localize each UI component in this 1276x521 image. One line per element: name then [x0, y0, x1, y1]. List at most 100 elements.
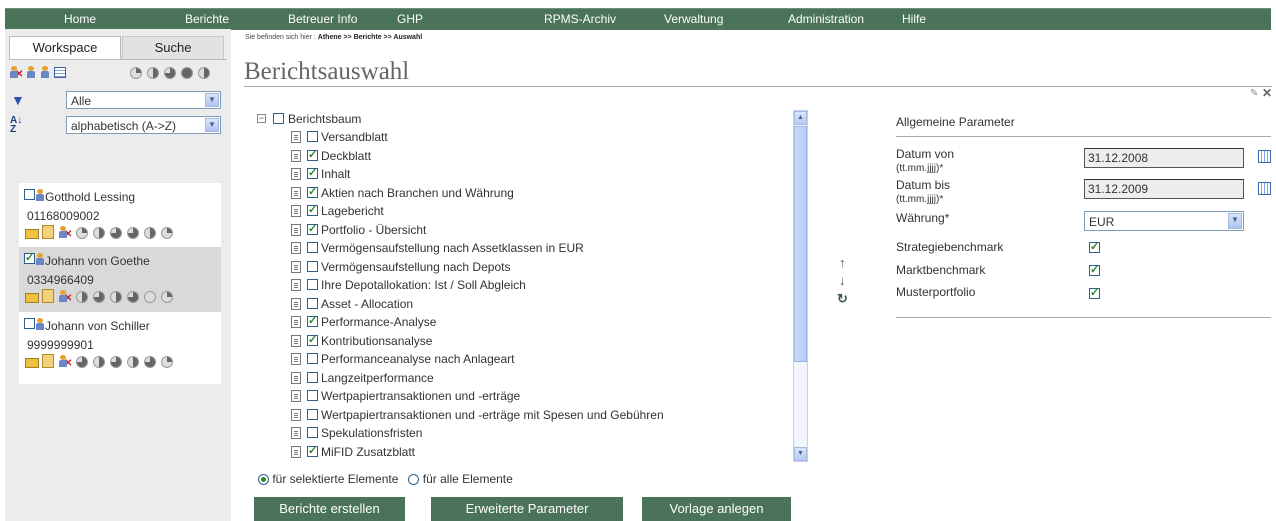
tab-suche[interactable]: Suche	[122, 36, 224, 59]
tree-item[interactable]: Performance-Analyse	[257, 313, 777, 331]
client-name[interactable]: Johann von Goethe	[45, 254, 150, 268]
tree-item[interactable]: Inhalt	[257, 165, 777, 183]
tree-item-checkbox[interactable]	[307, 131, 318, 142]
tree-item-checkbox[interactable]	[307, 242, 318, 253]
tree-item[interactable]: Lagebericht	[257, 202, 777, 220]
tree-scrollbar[interactable]: ▲ ▼	[793, 110, 808, 462]
pie-icon[interactable]	[93, 356, 105, 368]
tree-item-checkbox[interactable]	[307, 222, 318, 235]
tree-item-checkbox[interactable]	[307, 427, 318, 438]
pie-icon[interactable]	[127, 356, 139, 368]
remove-client-icon[interactable]: ✕	[10, 66, 23, 80]
pie-icon[interactable]	[127, 291, 139, 303]
tree-item-checkbox[interactable]	[307, 148, 318, 161]
tree-item[interactable]: Asset - Allocation	[257, 295, 777, 313]
extended-params-button[interactable]: Erweiterte Parameter	[431, 497, 623, 521]
tree-item[interactable]: Performanceanalyse nach Anlageart	[257, 350, 777, 368]
tree-item[interactable]: Ihre Depotallokation: Ist / Soll Abgleic…	[257, 276, 777, 294]
nav-rpms-archiv[interactable]: RPMS-Archiv	[544, 12, 616, 26]
date-to-input[interactable]: 31.12.2009	[1084, 179, 1244, 199]
nav-berichte[interactable]: Berichte	[185, 12, 229, 26]
tree-item-checkbox[interactable]	[307, 297, 318, 309]
report-icon[interactable]	[42, 225, 54, 239]
create-template-button[interactable]: Vorlage anlegen	[642, 497, 791, 521]
report-icon[interactable]	[42, 354, 54, 368]
nav-ghp[interactable]: GHP	[397, 12, 423, 26]
card-icon[interactable]	[25, 229, 39, 239]
filter-select[interactable]: Alle ▼	[66, 91, 221, 109]
table-icon[interactable]	[54, 67, 66, 78]
model-checkbox[interactable]	[1089, 286, 1100, 299]
nav-home[interactable]: Home	[64, 12, 96, 26]
card-icon[interactable]	[25, 358, 39, 368]
client-card[interactable]: Gotthold Lessing 01168009002 ✕	[19, 183, 221, 255]
nav-administration[interactable]: Administration	[788, 12, 864, 26]
tree-root-checkbox[interactable]	[273, 113, 284, 124]
breadcrumb-path[interactable]: Athene >> Berichte >> Auswahl	[318, 34, 422, 41]
card-icon[interactable]	[25, 293, 39, 303]
strategy-checkbox[interactable]	[1089, 240, 1100, 253]
tree-item[interactable]: Wertpapiertransaktionen und -erträge	[257, 387, 777, 405]
tree-item-checkbox[interactable]	[307, 185, 318, 198]
scroll-down-icon[interactable]: ▼	[794, 447, 807, 461]
currency-select[interactable]: EUR ▼	[1084, 211, 1244, 231]
tree-item-checkbox[interactable]	[307, 166, 318, 179]
client-name[interactable]: Gotthold Lessing	[45, 190, 135, 204]
tab-workspace[interactable]: Workspace	[9, 36, 121, 59]
tree-item[interactable]: Aktien nach Branchen und Währung	[257, 184, 777, 202]
radio-all-elements[interactable]	[408, 474, 420, 485]
move-down-icon[interactable]: ↓	[839, 273, 846, 288]
date-from-input[interactable]: 31.12.2008	[1084, 148, 1244, 168]
tree-item[interactable]: Vermögensaufstellung nach Depots	[257, 258, 777, 276]
tree-item[interactable]: Spekulationsfristen	[257, 424, 777, 442]
pie-icon[interactable]	[144, 227, 156, 239]
reset-icon[interactable]: ↻	[837, 291, 848, 307]
client-group2-icon[interactable]	[41, 66, 49, 78]
pie-icon[interactable]	[161, 227, 173, 239]
tree-item-checkbox[interactable]	[307, 333, 318, 346]
radio-all-label[interactable]: für alle Elemente	[423, 472, 513, 486]
pie-icon[interactable]	[76, 291, 88, 303]
nav-betreuer-info[interactable]: Betreuer Info	[288, 12, 357, 26]
pie-icon[interactable]	[144, 291, 156, 303]
remove-client-icon[interactable]: ✕	[59, 226, 72, 240]
sort-select[interactable]: alphabetisch (A->Z) ▼	[66, 116, 221, 134]
tree-item-checkbox[interactable]	[307, 353, 318, 364]
client-checkbox[interactable]	[24, 251, 35, 264]
tree-item-checkbox[interactable]	[307, 444, 318, 457]
pie-icon[interactable]	[110, 291, 122, 303]
tree-item-checkbox[interactable]	[307, 314, 318, 327]
create-reports-button[interactable]: Berichte erstellen	[254, 497, 405, 521]
client-card-selected[interactable]: Johann von Goethe 0334966409 ✕	[19, 247, 221, 319]
pie-half-icon[interactable]	[147, 67, 159, 79]
client-checkbox[interactable]	[24, 318, 35, 329]
tree-item[interactable]: Wertpapiertransaktionen und -erträge mit…	[257, 406, 777, 424]
tree-item[interactable]: Deckblatt	[257, 147, 777, 165]
nav-hilfe[interactable]: Hilfe	[902, 12, 926, 26]
pie-icon[interactable]	[93, 227, 105, 239]
tree-item-checkbox[interactable]	[307, 203, 318, 216]
market-checkbox[interactable]	[1089, 263, 1100, 276]
pie-icon[interactable]	[127, 227, 139, 239]
pie-quarter-icon[interactable]	[130, 67, 142, 79]
tree-item-checkbox[interactable]	[307, 390, 318, 401]
nav-verwaltung[interactable]: Verwaltung	[664, 12, 723, 26]
tree-item[interactable]: Portfolio - Übersicht	[257, 221, 777, 239]
tree-item[interactable]: Kontributionsanalyse	[257, 332, 777, 350]
tree-item-checkbox[interactable]	[307, 408, 318, 420]
client-checkbox[interactable]	[24, 189, 35, 200]
pie-icon[interactable]	[93, 291, 105, 303]
tree-item-checkbox[interactable]	[307, 279, 318, 290]
calendar-icon[interactable]	[1258, 182, 1271, 195]
pie-icon[interactable]	[161, 291, 173, 303]
scroll-thumb[interactable]	[794, 126, 807, 362]
edit-icon[interactable]: ✎	[1250, 88, 1258, 99]
tree-item-checkbox[interactable]	[307, 260, 318, 272]
pie-three-quarter-icon[interactable]	[164, 67, 176, 79]
pie-icon[interactable]	[76, 356, 88, 368]
pie-icon[interactable]	[144, 356, 156, 368]
close-icon[interactable]: ✕	[1262, 86, 1272, 100]
remove-client-icon[interactable]: ✕	[59, 355, 72, 369]
move-up-icon[interactable]: ↑	[839, 255, 846, 270]
scroll-up-icon[interactable]: ▲	[794, 111, 807, 125]
